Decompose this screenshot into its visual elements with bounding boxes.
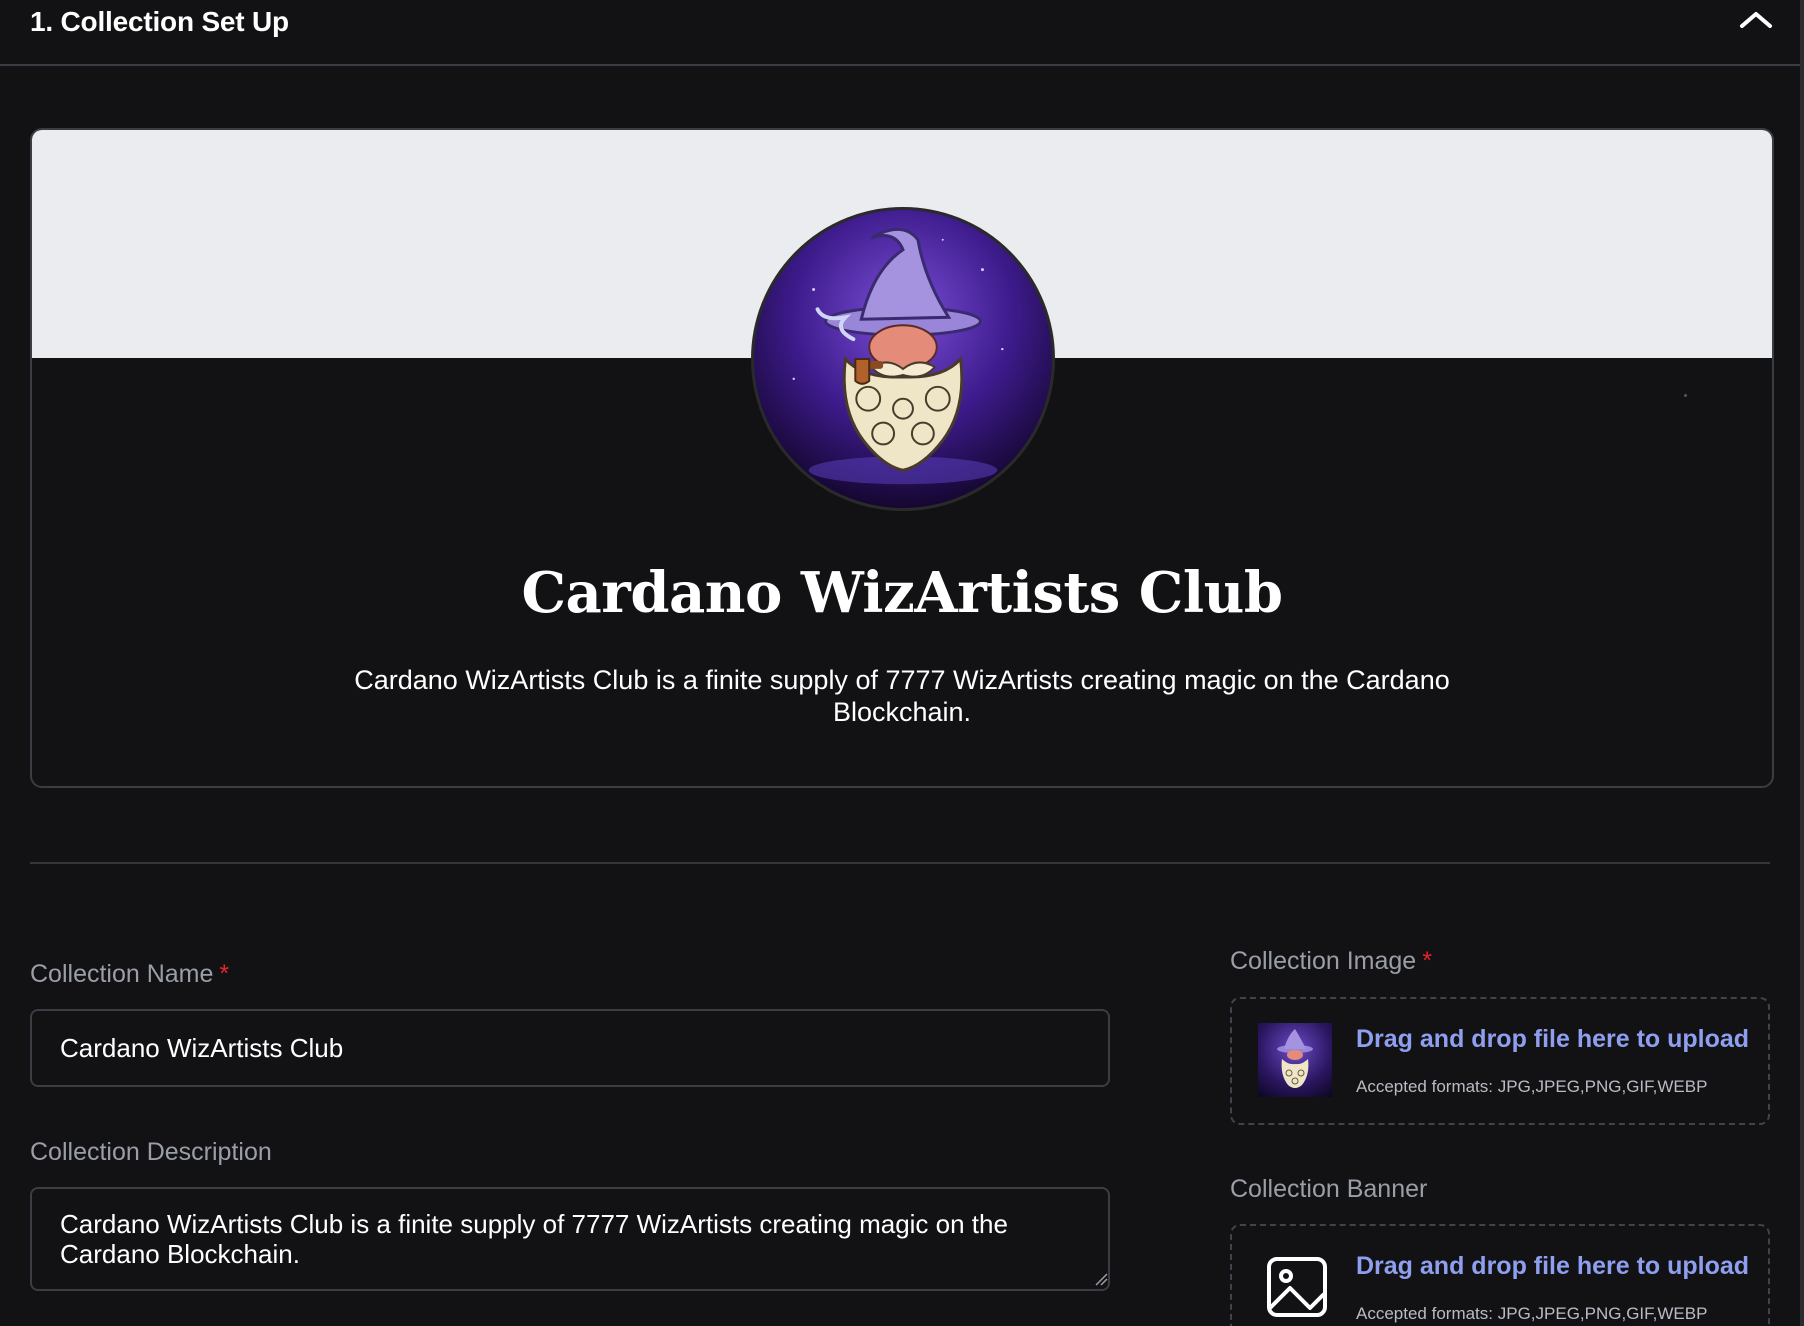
required-asterisk: * (219, 960, 230, 988)
collection-name-label-text: Collection Name (30, 960, 214, 988)
collection-banner-label: Collection Banner (1230, 1175, 1428, 1203)
section-header[interactable]: 1. Collection Set Up (0, 0, 1800, 66)
image-placeholder-icon (1267, 1257, 1327, 1317)
collection-description-textarea[interactable]: Cardano WizArtists Club is a finite supp… (30, 1187, 1110, 1291)
preview-collection-description: Cardano WizArtists Club is a finite supp… (354, 665, 1450, 727)
collection-image-dropzone[interactable]: Drag and drop file here to upload Accept… (1230, 997, 1770, 1125)
collection-name-label: Collection Name * (30, 960, 229, 989)
collection-preview-card: Cardano WizArtists Club Cardano WizArtis… (30, 128, 1774, 788)
image-upload-cta[interactable]: Drag and drop file here to upload (1356, 1025, 1749, 1054)
collection-description-label: Collection Description (30, 1138, 272, 1166)
chevron-up-icon[interactable] (1736, 6, 1776, 34)
collection-image-label-text: Collection Image (1230, 947, 1417, 975)
wizard-avatar-image (751, 207, 1055, 511)
section-divider (30, 862, 1770, 864)
wizard-illustration (792, 227, 1004, 485)
collection-setup-page: 1. Collection Set Up Cardano WizArtists … (0, 0, 1804, 1326)
banner-accepted-formats: Accepted formats: JPG,JPEG,PNG,GIF,WEBP (1356, 1304, 1708, 1323)
image-accepted-formats: Accepted formats: JPG,JPEG,PNG,GIF,WEBP (1356, 1077, 1708, 1096)
scrollbar-track[interactable] (1800, 0, 1804, 1326)
collection-name-input[interactable] (30, 1009, 1110, 1087)
decorative-dot (1684, 394, 1687, 397)
wizard-thumbnail-illustration (1277, 1029, 1313, 1088)
resize-handle-icon[interactable] (1094, 1272, 1108, 1286)
wizard-thumbnail-image (1258, 1023, 1332, 1097)
banner-upload-cta[interactable]: Drag and drop file here to upload (1356, 1252, 1749, 1281)
preview-collection-title: Cardano WizArtists Club (521, 560, 1283, 626)
required-asterisk: * (1422, 947, 1432, 975)
collection-banner-dropzone[interactable]: Drag and drop file here to upload Accept… (1230, 1224, 1770, 1326)
section-title: 1. Collection Set Up (30, 6, 289, 37)
collection-image-label: Collection Image * (1230, 947, 1432, 976)
